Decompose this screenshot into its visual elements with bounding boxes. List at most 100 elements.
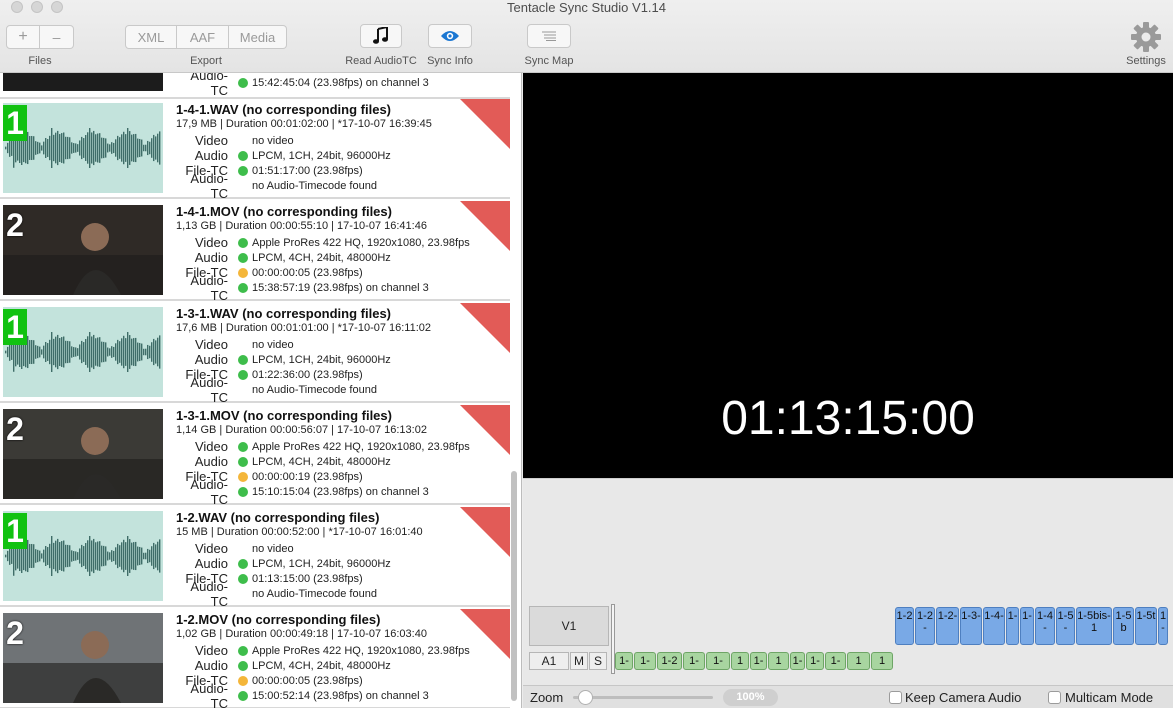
video-clip[interactable]: 1-5t bbox=[1135, 607, 1157, 645]
file-badge: 1 bbox=[3, 105, 27, 141]
video-track-label[interactable]: V1 bbox=[529, 606, 609, 646]
video-clip[interactable]: 1- bbox=[1006, 607, 1019, 645]
bottom-bar: Zoom 100% Keep Camera Audio Multicam Mod… bbox=[523, 685, 1173, 708]
prop-row: Audio-TC 15:38:57:19 (23.98fps) on channe… bbox=[176, 273, 470, 303]
zoom-slider-knob[interactable] bbox=[577, 690, 593, 705]
prop-row: Audio LPCM, 4CH, 24bit, 48000Hz bbox=[176, 250, 470, 265]
settings-button[interactable] bbox=[1129, 20, 1163, 59]
video-clip[interactable]: 1-2 bbox=[895, 607, 914, 645]
remove-file-button[interactable]: – bbox=[40, 25, 74, 49]
prop-value: LPCM, 1CH, 24bit, 96000Hz bbox=[252, 353, 391, 366]
video-clip[interactable]: 1-5bis-1 bbox=[1076, 607, 1112, 645]
audio-clip[interactable]: 1- bbox=[825, 652, 846, 670]
file-meta: 1,02 GB | Duration 00:00:49:18 | 17-10-0… bbox=[176, 628, 427, 640]
prop-value: 15:42:45:04 (23.98fps) on channel 3 bbox=[252, 76, 429, 89]
add-file-button[interactable]: + bbox=[6, 25, 40, 49]
file-list[interactable]: Audio-TC 15:42:45:04 (23.98fps) on chann… bbox=[0, 73, 522, 708]
prop-value: 01:51:17:00 (23.98fps) bbox=[252, 164, 363, 177]
file-row[interactable]: 1 1-4-1.WAV (no corresponding files) 17,9 … bbox=[0, 99, 510, 201]
file-row-partial[interactable]: Audio-TC 15:42:45:04 (23.98fps) on chann… bbox=[0, 73, 510, 99]
scrollbar[interactable] bbox=[511, 471, 517, 701]
file-meta: 17,9 MB | Duration 00:01:02:00 | *17-10-… bbox=[176, 118, 432, 130]
audio-clip[interactable]: 1 bbox=[871, 652, 893, 670]
status-dot bbox=[238, 77, 248, 88]
status-dot bbox=[238, 267, 248, 278]
audio-clip[interactable]: 1- bbox=[806, 652, 824, 670]
audio-clip[interactable]: 1- bbox=[790, 652, 805, 670]
file-row[interactable]: 2 1-4-1.MOV (no corresponding files) 1,13 … bbox=[0, 201, 510, 303]
file-meta: 15 MB | Duration 00:00:52:00 | *17-10-07… bbox=[176, 526, 423, 538]
audio-clip[interactable]: 1 bbox=[847, 652, 870, 670]
eye-icon bbox=[441, 31, 459, 41]
video-clip[interactable]: 1-3- bbox=[960, 607, 982, 645]
prop-key: Audio bbox=[194, 250, 228, 265]
prop-key: Video bbox=[194, 541, 228, 556]
video-clip[interactable]: 1-4- bbox=[1035, 607, 1055, 645]
zoom-slider[interactable] bbox=[573, 696, 713, 699]
multicam-mode-checkbox[interactable] bbox=[1048, 691, 1061, 704]
file-row[interactable]: 2 1-2.MOV (no corresponding files) 1,02 GB… bbox=[0, 609, 510, 708]
music-note-icon bbox=[373, 27, 388, 44]
audio-clip[interactable]: 1-2 bbox=[657, 652, 682, 670]
audio-clip[interactable]: 1 bbox=[731, 652, 749, 670]
sync-info-button[interactable] bbox=[428, 24, 472, 48]
export-media-button[interactable]: Media bbox=[229, 25, 287, 49]
video-thumbnail-icon bbox=[3, 613, 163, 703]
file-properties: Video no video Audio LPCM, 1CH, 24bit, 9600… bbox=[176, 133, 390, 201]
audio-clip[interactable]: 1- bbox=[750, 652, 767, 670]
export-xml-button[interactable]: XML bbox=[125, 25, 177, 49]
read-audiotc-label: Read AudioTC bbox=[345, 55, 417, 67]
window-title: Tentacle Sync Studio V1.14 bbox=[507, 0, 666, 15]
thumbnail bbox=[3, 511, 163, 601]
video-clip[interactable]: 1- bbox=[1020, 607, 1034, 645]
keep-camera-audio-checkbox[interactable] bbox=[889, 691, 902, 704]
file-properties: Video Apple ProRes 422 HQ, 1920x1080, 23.… bbox=[176, 235, 470, 303]
status-dot bbox=[238, 660, 248, 671]
audio-clip[interactable]: 1- bbox=[634, 652, 656, 670]
solo-button[interactable]: S bbox=[589, 652, 607, 670]
read-audiotc-button[interactable] bbox=[360, 24, 402, 48]
timeline[interactable]: V1 A1 M S 1-2 1-2- 1-2- 1-3- 1-4- 1- 1- 1-4- 1-5… bbox=[523, 478, 1173, 685]
prop-row: Audio LPCM, 4CH, 24bit, 48000Hz bbox=[176, 454, 470, 469]
prop-key: Audio-TC bbox=[190, 476, 228, 507]
status-dot bbox=[238, 558, 248, 569]
file-name: 1-2.MOV (no corresponding files) bbox=[176, 612, 381, 627]
unmatched-corner-flag bbox=[460, 507, 510, 557]
file-row[interactable]: 1 1-2.WAV (no corresponding files) 15 MB |… bbox=[0, 507, 510, 609]
prop-value: no video bbox=[252, 542, 294, 555]
prop-row: Audio-TC 15:42:45:04 (23.98fps) on chann… bbox=[176, 73, 429, 98]
audio-clip[interactable]: 1- bbox=[683, 652, 705, 670]
thumbnail bbox=[3, 73, 163, 91]
video-clip[interactable]: 1-2- bbox=[936, 607, 959, 645]
audio-clip[interactable]: 1 bbox=[768, 652, 789, 670]
prop-row: Video no video bbox=[176, 337, 391, 352]
toolbar: Tentacle Sync Studio V1.14 + – Files XML… bbox=[0, 0, 1173, 73]
timecode-display: 01:13:15:00 bbox=[721, 392, 975, 445]
audio-clip[interactable]: 1- bbox=[706, 652, 730, 670]
file-name: 1-4-1.WAV (no corresponding files) bbox=[176, 102, 392, 117]
sync-map-button[interactable] bbox=[527, 24, 571, 48]
settings-label: Settings bbox=[1126, 55, 1166, 67]
prop-value: no Audio-Timecode found bbox=[252, 587, 377, 600]
export-aaf-button[interactable]: AAF bbox=[177, 25, 229, 49]
export-label: Export bbox=[190, 55, 222, 67]
video-clip[interactable]: 1-2- bbox=[915, 607, 935, 645]
video-clip[interactable]: 1- bbox=[1158, 607, 1168, 645]
video-clip[interactable]: 1-5b bbox=[1113, 607, 1134, 645]
status-dot bbox=[238, 456, 248, 467]
video-clip[interactable]: 1-4- bbox=[983, 607, 1005, 645]
prop-row: Audio-TC 15:10:15:04 (23.98fps) on channe… bbox=[176, 477, 470, 507]
mute-button[interactable]: M bbox=[570, 652, 588, 670]
prop-value: no Audio-Timecode found bbox=[252, 179, 377, 192]
video-clip[interactable]: 1-5- bbox=[1056, 607, 1075, 645]
file-row[interactable]: 2 1-3-1.MOV (no corresponding files) 1,14 … bbox=[0, 405, 510, 507]
video-preview: 01:13:15:00 bbox=[523, 73, 1173, 478]
prop-key: Video bbox=[194, 337, 228, 352]
file-row[interactable]: 1 1-3-1.WAV (no corresponding files) 17,6 … bbox=[0, 303, 510, 405]
list-icon bbox=[542, 31, 556, 41]
audio-track-label[interactable]: A1 bbox=[529, 652, 569, 670]
prop-key: Audio bbox=[194, 658, 228, 673]
prop-key: Audio bbox=[194, 556, 228, 571]
audio-clip[interactable]: 1- bbox=[615, 652, 633, 670]
file-name: 1-2.WAV (no corresponding files) bbox=[176, 510, 380, 525]
